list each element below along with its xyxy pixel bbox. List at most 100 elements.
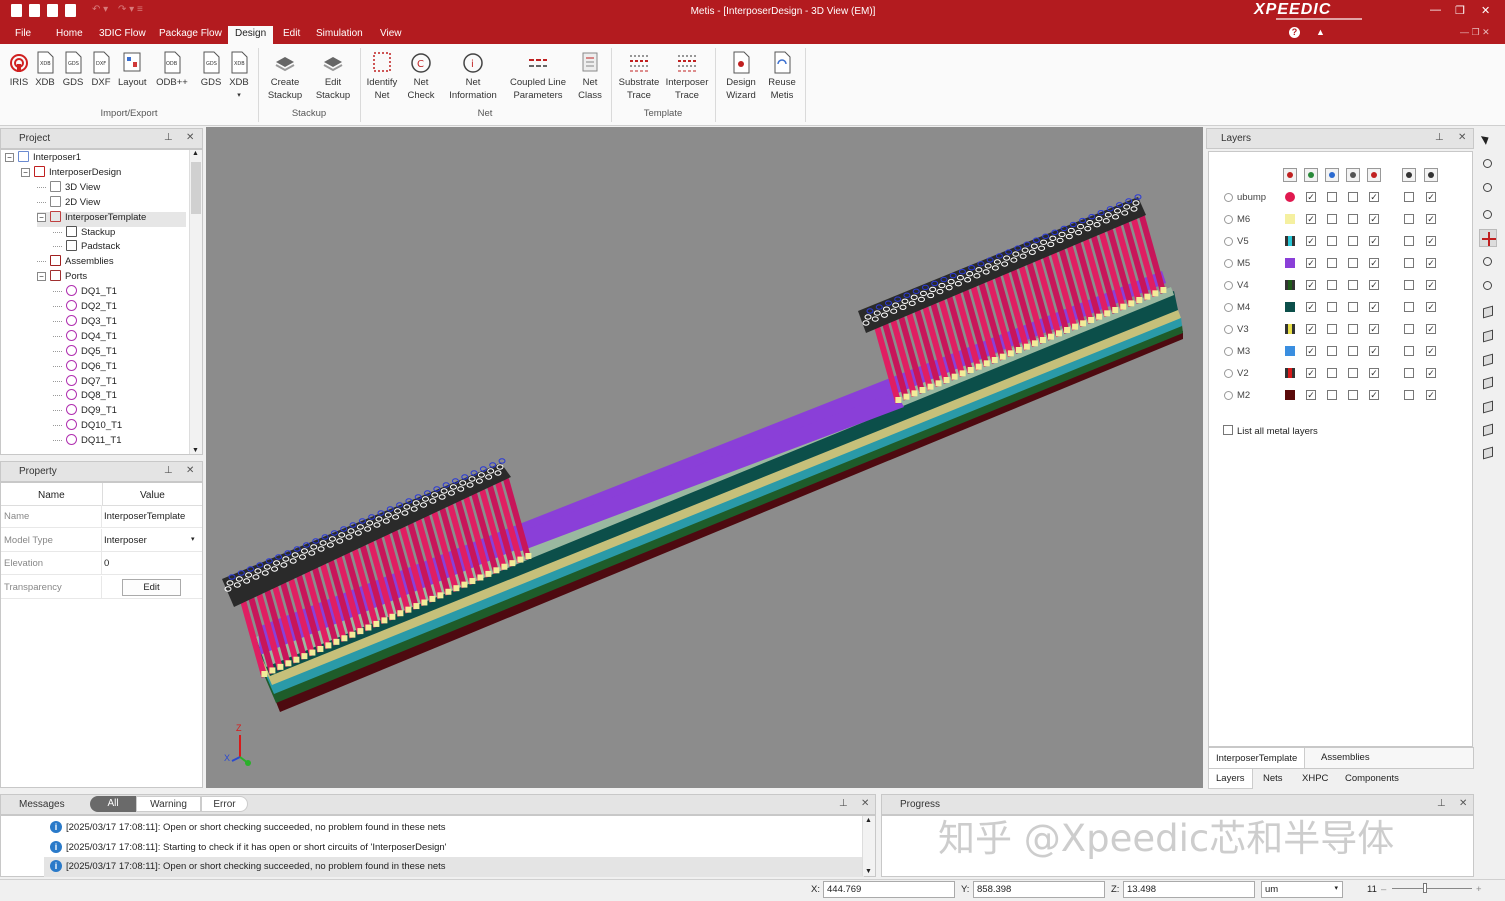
tab-layers[interactable]: Layers <box>1208 769 1253 789</box>
layer-checkbox[interactable]: ✓ <box>1426 280 1436 290</box>
bottom-view-icon[interactable] <box>1479 445 1497 463</box>
reuse-metis-button[interactable]: Reuse Metis <box>764 50 800 102</box>
layer-checkbox[interactable] <box>1404 280 1414 290</box>
layer-checkbox[interactable] <box>1404 390 1414 400</box>
interposer-trace-button[interactable]: Interposer Trace <box>664 50 710 102</box>
layer-color-swatch[interactable] <box>1285 258 1295 268</box>
message-row[interactable]: i [2025/03/17 17:08:11]: Open or short ch… <box>44 857 864 877</box>
layer-row[interactable]: ubump ✓ ✓ ✓ <box>1218 188 1468 210</box>
tree-item[interactable]: − InterposerTemplate <box>37 210 186 227</box>
layer-radio[interactable] <box>1224 193 1233 202</box>
scroll-thumb[interactable] <box>191 162 201 214</box>
pin-icon[interactable]: ⊥ <box>164 132 173 143</box>
right-view-icon[interactable] <box>1479 399 1497 417</box>
layer-radio[interactable] <box>1224 303 1233 312</box>
layer-checkbox[interactable] <box>1404 346 1414 356</box>
layer-row[interactable]: M5 ✓ ✓ ✓ <box>1218 254 1468 276</box>
layer-checkbox[interactable] <box>1327 192 1337 202</box>
layer-row[interactable]: M4 ✓ ✓ ✓ <box>1218 298 1468 320</box>
layer-checkbox[interactable]: ✓ <box>1306 302 1316 312</box>
menu-3dic-flow[interactable]: 3DIC Flow <box>99 28 146 39</box>
substrate-trace-button[interactable]: Substrate Trace <box>616 50 662 102</box>
menu-package-flow[interactable]: Package Flow <box>159 28 222 39</box>
pin-icon[interactable]: ⊥ <box>839 798 848 809</box>
net-information-button[interactable]: i Net Information <box>446 50 500 102</box>
project-tree-scrollbar[interactable]: ▲ ▼ <box>189 150 202 454</box>
dxf-import-button[interactable]: DXF DXF <box>90 50 112 89</box>
layer-checkbox[interactable] <box>1404 368 1414 378</box>
tree-item[interactable]: DQ9_T1 <box>53 404 117 420</box>
layer-checkbox[interactable]: ✓ <box>1369 324 1379 334</box>
tree-item[interactable]: DQ5_T1 <box>53 344 117 361</box>
layer-checkbox[interactable] <box>1327 302 1337 312</box>
layer-checkbox[interactable]: ✓ <box>1426 346 1436 356</box>
layer-checkbox[interactable] <box>1404 192 1414 202</box>
net-class-button[interactable]: Net Class <box>576 50 604 102</box>
tree-item[interactable]: DQ10_T1 <box>53 419 122 435</box>
layer-checkbox[interactable]: ✓ <box>1426 302 1436 312</box>
gds-import-button[interactable]: GDS GDS <box>62 50 84 89</box>
layer-checkbox[interactable] <box>1348 258 1358 268</box>
expand-collapse-icon[interactable]: − <box>21 167 30 177</box>
net-check-button[interactable]: C Net Check <box>406 50 436 102</box>
layer-checkbox[interactable]: ✓ <box>1426 368 1436 378</box>
odb-import-button[interactable]: ODB ODB++ <box>156 50 188 89</box>
layer-color-swatch[interactable] <box>1285 302 1295 312</box>
help-icon[interactable]: ? <box>1289 27 1300 38</box>
layer-color-swatch[interactable] <box>1285 324 1295 334</box>
dropdown-arrow-icon[interactable]: ▾ <box>228 89 250 102</box>
left-view-icon[interactable] <box>1479 375 1497 393</box>
layer-color-swatch[interactable] <box>1285 346 1295 356</box>
layer-color-swatch[interactable] <box>1285 280 1295 290</box>
layer-checkbox[interactable]: ✓ <box>1369 368 1379 378</box>
layer-radio[interactable] <box>1224 237 1233 246</box>
layer-radio[interactable] <box>1224 391 1233 400</box>
layer-checkbox[interactable] <box>1327 280 1337 290</box>
scroll-up-icon[interactable]: ▲ <box>192 150 199 157</box>
tab-assemblies[interactable]: Assemblies <box>1321 752 1370 763</box>
identify-net-button[interactable]: Identify Net <box>364 50 400 102</box>
layer-checkbox[interactable] <box>1404 236 1414 246</box>
minimize-icon[interactable]: — <box>1430 4 1441 16</box>
zoom-window-icon[interactable] <box>1479 277 1497 295</box>
xdb-import-button[interactable]: XDB XDB <box>34 50 56 89</box>
layer-checkbox[interactable] <box>1348 390 1358 400</box>
chevron-down-icon[interactable]: ▾ <box>191 535 195 543</box>
layer-checkbox[interactable]: ✓ <box>1369 390 1379 400</box>
layer-checkbox[interactable]: ✓ <box>1306 192 1316 202</box>
create-stackup-button[interactable]: Create Stackup <box>265 50 305 102</box>
layer-radio[interactable] <box>1224 281 1233 290</box>
layer-checkbox[interactable]: ✓ <box>1369 346 1379 356</box>
iso-view-icon[interactable] <box>1479 304 1497 322</box>
rotate-icon[interactable] <box>1479 155 1497 173</box>
iris-button[interactable]: IRIS <box>8 50 30 89</box>
tab-interposer-template[interactable]: InterposerTemplate <box>1209 748 1306 768</box>
layer-color-swatch[interactable] <box>1285 368 1295 378</box>
front-view-icon[interactable] <box>1479 328 1497 346</box>
layer-checkbox[interactable] <box>1348 346 1358 356</box>
expand-collapse-icon[interactable]: − <box>37 272 46 282</box>
xdb-export-button[interactable]: XDB XDB ▾ <box>228 50 250 102</box>
3d-viewport[interactable]: Z X <box>206 127 1203 788</box>
layer-checkbox[interactable] <box>1327 236 1337 246</box>
visible-icon[interactable] <box>1304 168 1318 182</box>
zoom-in-icon[interactable]: + <box>1476 884 1482 895</box>
layer-checkbox[interactable] <box>1327 346 1337 356</box>
tree-item[interactable]: DQ6_T1 <box>53 359 117 376</box>
layer-row[interactable]: M6 ✓ ✓ ✓ <box>1218 210 1468 232</box>
z-coord-field[interactable]: 13.498 <box>1123 881 1255 898</box>
filter-error[interactable]: Error <box>201 796 248 812</box>
model-type-select[interactable]: Interposer <box>104 535 147 546</box>
close-panel-icon[interactable]: ✕ <box>1459 798 1467 809</box>
layer-checkbox[interactable] <box>1348 324 1358 334</box>
layer-checkbox[interactable]: ✓ <box>1306 280 1316 290</box>
layer-radio[interactable] <box>1224 215 1233 224</box>
layer-checkbox[interactable] <box>1404 214 1414 224</box>
design-wizard-button[interactable]: Design Wizard <box>722 50 760 102</box>
scroll-up-icon[interactable]: ▲ <box>865 817 872 824</box>
pin-icon[interactable]: ⊥ <box>164 465 173 476</box>
layer-checkbox[interactable] <box>1348 280 1358 290</box>
layer-row[interactable]: V4 ✓ ✓ ✓ <box>1218 276 1468 298</box>
collapse-ribbon-icon[interactable]: ▲ <box>1316 27 1325 37</box>
layer-checkbox[interactable] <box>1327 214 1337 224</box>
